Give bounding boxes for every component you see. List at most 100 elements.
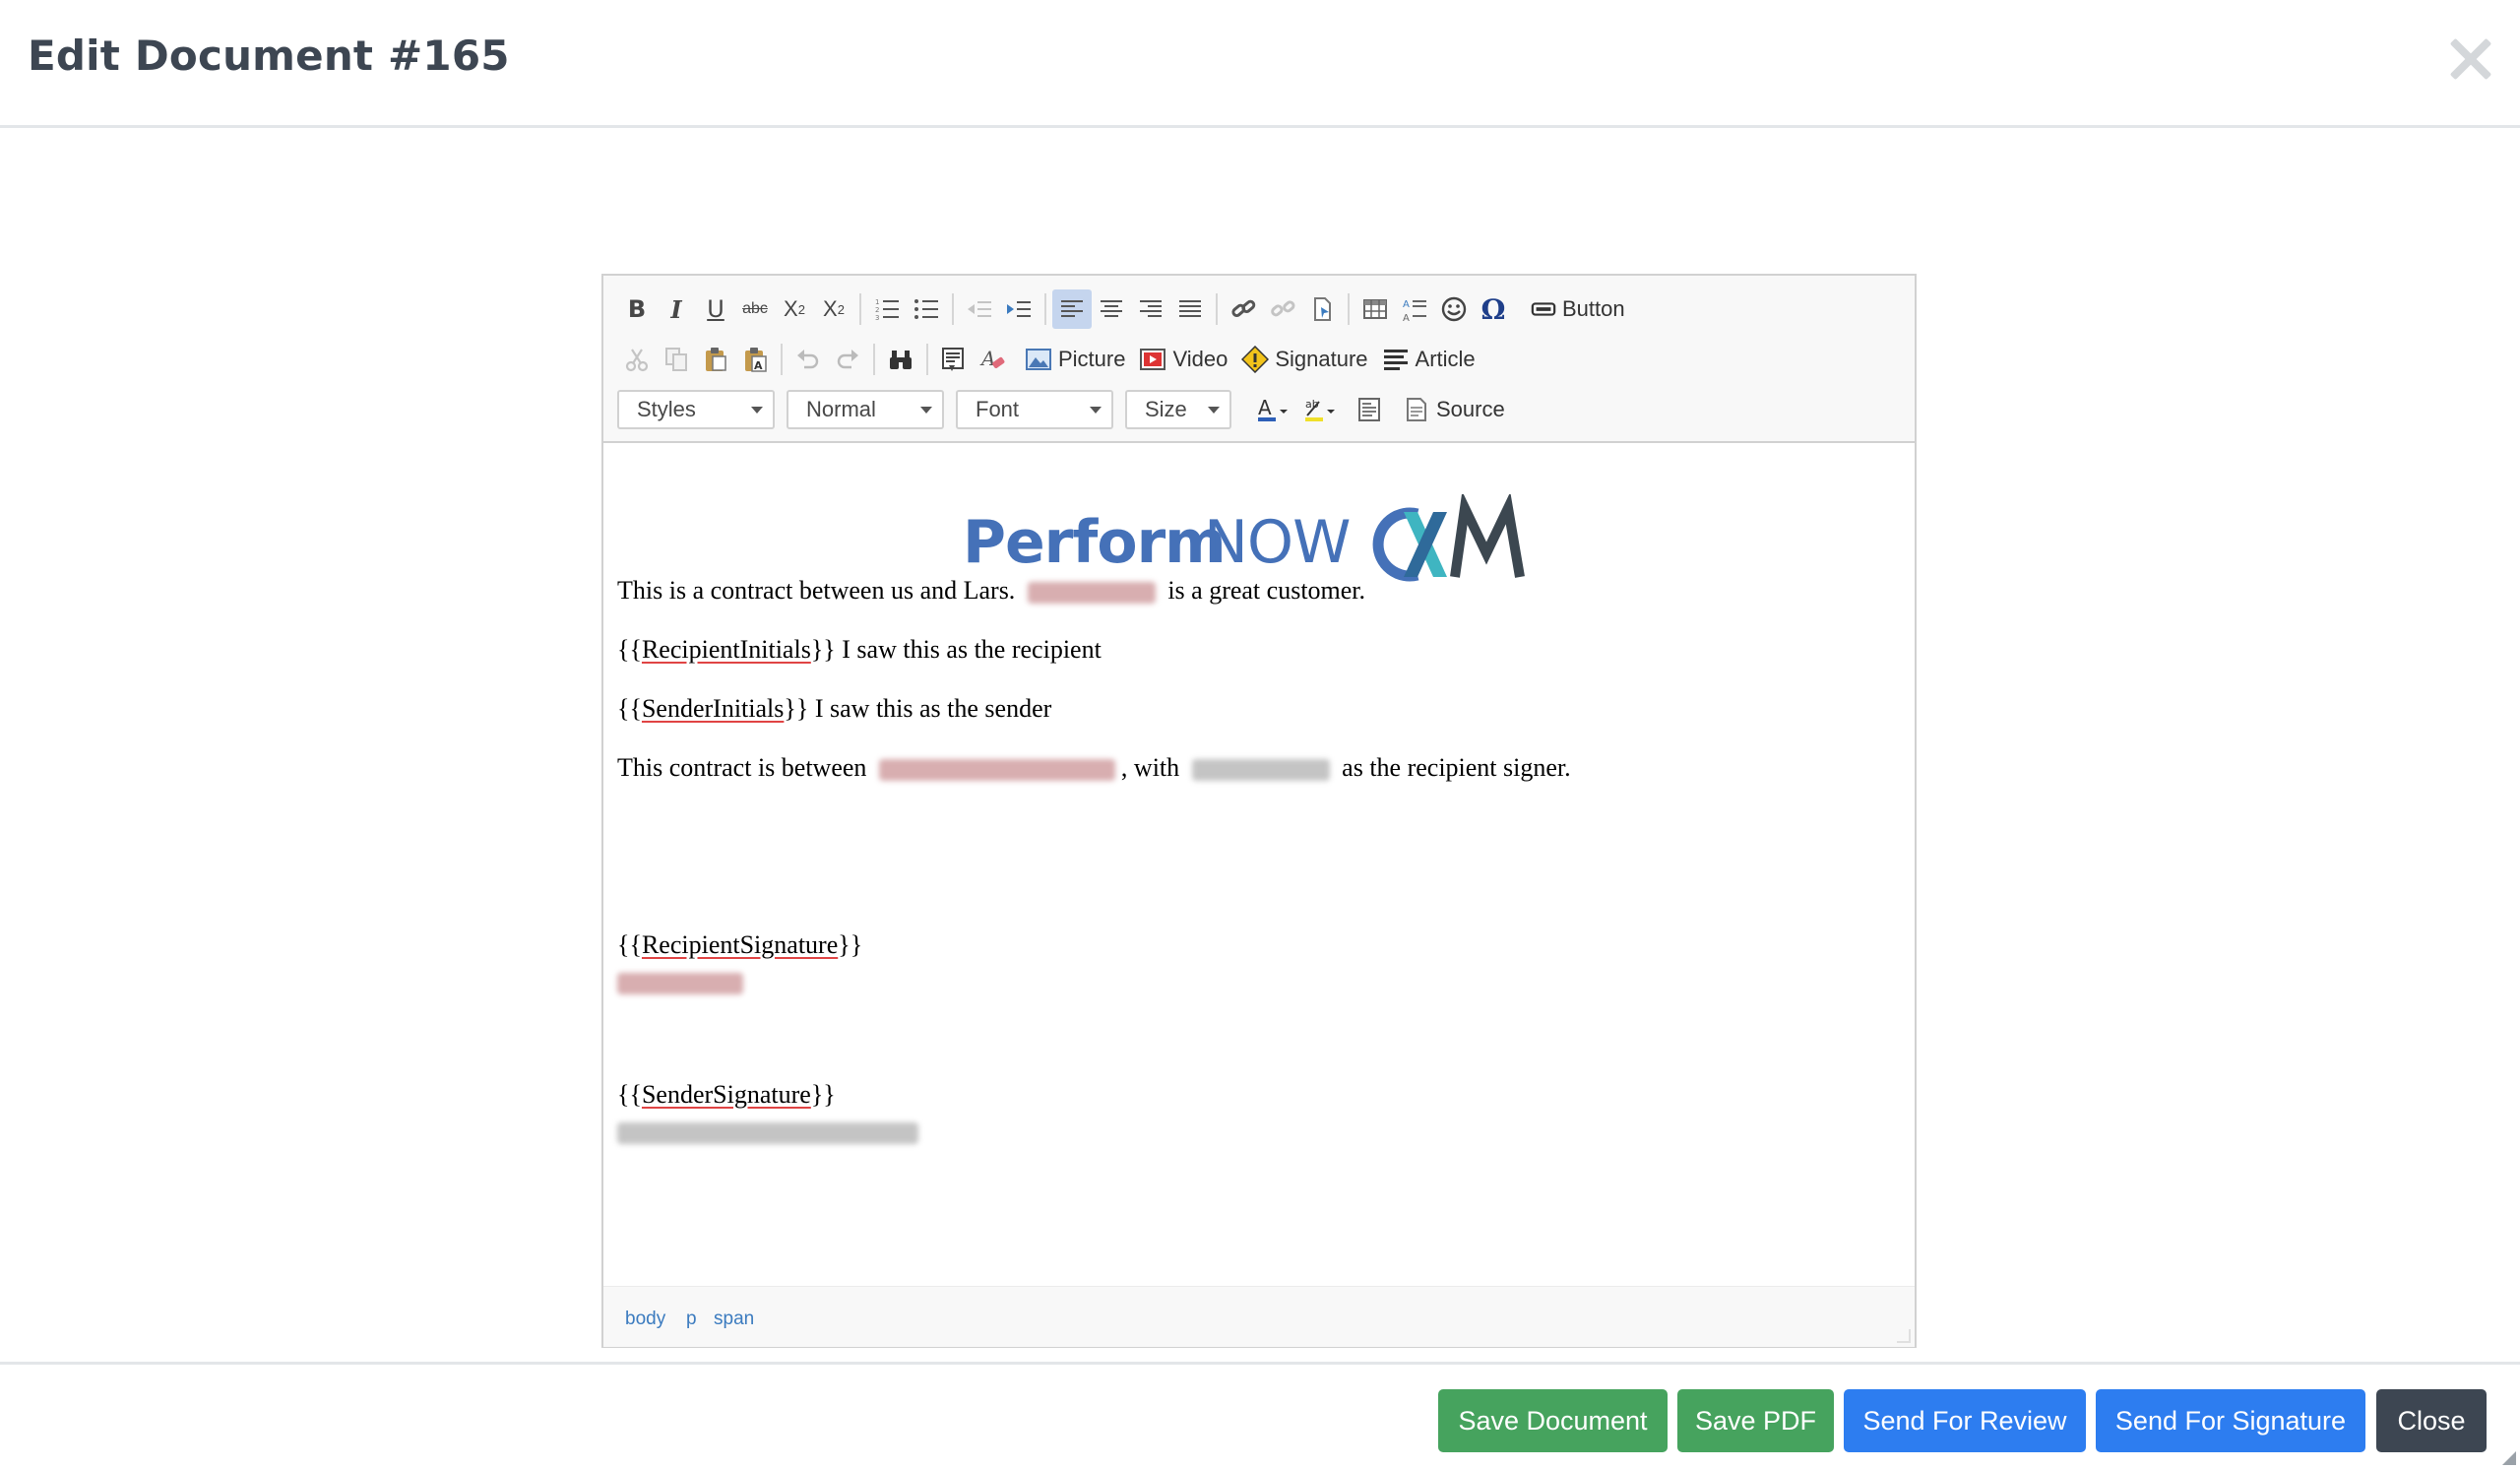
recipient-company-line — [617, 967, 749, 996]
paste-text-icon[interactable]: A — [735, 340, 775, 379]
link-icon[interactable] — [1224, 289, 1263, 329]
strikethrough-icon[interactable]: abc — [735, 289, 775, 329]
source-button[interactable]: Source — [1399, 390, 1509, 429]
bold-icon[interactable]: B — [617, 289, 657, 329]
spellcheck-icon[interactable]: AA — [1395, 289, 1434, 329]
justify-icon[interactable] — [1170, 289, 1210, 329]
merge-field-open: {{ — [617, 1080, 642, 1109]
insert-article-button[interactable]: Article — [1378, 340, 1480, 379]
toolbar-separator — [859, 293, 861, 325]
merge-field-close: }} — [810, 1080, 836, 1109]
edit-document-modal: Edit Document #165 B I U abc X2 X2 123 A… — [0, 0, 2520, 1469]
find-icon[interactable] — [881, 340, 920, 379]
path-span[interactable]: span — [714, 1309, 754, 1330]
insert-signature-button[interactable]: Signature — [1237, 340, 1371, 379]
editor-content[interactable]: Perform NOW This is a contract between u… — [603, 445, 1915, 1284]
merge-field-open: {{ — [617, 694, 642, 723]
merge-field-recipient-initials: RecipientInitials — [641, 635, 811, 664]
logo-now-text: NOW — [1204, 508, 1351, 577]
redo-icon[interactable] — [828, 340, 867, 379]
logo-perform-text: Perform — [963, 508, 1227, 577]
format-dropdown[interactable]: Normal — [787, 390, 944, 429]
font-dropdown[interactable]: Font — [956, 390, 1113, 429]
align-left-icon[interactable] — [1052, 289, 1092, 329]
paragraph-3-text: }} I saw this as the sender — [784, 694, 1052, 723]
toolbar-separator — [1519, 293, 1521, 325]
toolbar-separator — [952, 293, 954, 325]
merge-field-open: {{ — [617, 930, 642, 959]
show-blocks-icon[interactable] — [1350, 390, 1389, 429]
resize-grip-icon[interactable] — [1897, 1329, 1911, 1343]
paragraph-sender-initials: {{SenderInitials}} I saw this as the sen… — [617, 694, 1051, 724]
highlight-color-icon[interactable]: ab — [1296, 390, 1344, 429]
toolbar-separator — [926, 344, 928, 375]
insert-button-button[interactable]: Button — [1527, 289, 1629, 329]
svg-text:A: A — [754, 359, 763, 372]
send-for-review-button[interactable]: Send For Review — [1844, 1389, 2086, 1452]
toolbar-row-2: A A Picture Video Signature Article — [617, 338, 1480, 381]
path-body[interactable]: body — [625, 1309, 665, 1330]
merge-field-open: {{ — [617, 635, 642, 664]
merge-field-recipient-signature: RecipientSignature — [641, 930, 839, 959]
unlink-icon[interactable] — [1263, 289, 1302, 329]
table-icon[interactable] — [1355, 289, 1395, 329]
bulleted-list-icon[interactable] — [907, 289, 946, 329]
underline-icon[interactable]: U — [696, 289, 735, 329]
chevron-down-icon — [1090, 406, 1102, 414]
button-label: Button — [1562, 296, 1625, 321]
styles-dropdown[interactable]: Styles — [617, 390, 775, 429]
insert-picture-button[interactable]: Picture — [1021, 340, 1129, 379]
chevron-down-icon — [920, 406, 932, 414]
numbered-list-icon[interactable]: 123 — [867, 289, 907, 329]
smiley-icon[interactable] — [1434, 289, 1474, 329]
paste-icon[interactable] — [696, 340, 735, 379]
close-button[interactable]: Close — [2376, 1389, 2487, 1452]
insert-video-button[interactable]: Video — [1135, 340, 1231, 379]
superscript-icon[interactable]: X2 — [814, 289, 853, 329]
save-pdf-button[interactable]: Save PDF — [1677, 1389, 1834, 1452]
paragraph-1-text-a: This is a contract between us and Lars. — [617, 576, 1016, 605]
toolbar-separator — [1044, 293, 1046, 325]
italic-icon[interactable]: I — [657, 289, 696, 329]
modal-header: Edit Document #165 — [0, 0, 2520, 128]
modal-footer: Save Document Save PDF Send For Review S… — [0, 1362, 2520, 1469]
align-center-icon[interactable] — [1092, 289, 1131, 329]
indent-icon[interactable] — [999, 289, 1039, 329]
chevron-down-icon — [1208, 406, 1220, 414]
cut-icon[interactable] — [617, 340, 657, 379]
align-right-icon[interactable] — [1131, 289, 1170, 329]
toolbar-separator — [1216, 293, 1218, 325]
send-for-signature-button[interactable]: Send For Signature — [2096, 1389, 2365, 1452]
templates-icon[interactable] — [934, 340, 974, 379]
svg-text:A: A — [979, 347, 995, 370]
copy-icon[interactable] — [657, 340, 696, 379]
text-color-icon[interactable]: A — [1249, 390, 1296, 429]
size-dropdown[interactable]: Size — [1125, 390, 1231, 429]
merge-field-sender-signature: SenderSignature — [641, 1080, 811, 1109]
format-value: Normal — [806, 397, 876, 421]
path-p[interactable]: p — [686, 1309, 697, 1330]
undo-icon[interactable] — [788, 340, 828, 379]
paragraph-recipient-initials: {{RecipientInitials}} I saw this as the … — [617, 635, 1102, 665]
modal-title: Edit Document #165 — [28, 32, 510, 80]
recipient-signature-field: {{RecipientSignature}} — [617, 930, 862, 960]
toolbar-separator — [781, 344, 783, 375]
article-label: Article — [1415, 347, 1476, 371]
redacted-sender-company — [617, 1122, 918, 1145]
subscript-icon[interactable]: X2 — [775, 289, 814, 329]
paragraph-4-text-c: as the recipient signer. — [1342, 753, 1571, 782]
window-resize-icon[interactable] — [2500, 1449, 2516, 1465]
remove-format-icon[interactable]: A — [974, 340, 1013, 379]
svg-text:A: A — [1403, 313, 1410, 323]
source-label: Source — [1436, 397, 1505, 421]
anchor-icon[interactable] — [1302, 289, 1342, 329]
modal-body: B I U abc X2 X2 123 A A Ω Button A A Pic… — [0, 131, 2520, 1362]
merge-field-close: }} — [838, 930, 863, 959]
outdent-icon[interactable] — [960, 289, 999, 329]
save-document-button[interactable]: Save Document — [1438, 1389, 1668, 1452]
svg-text:A: A — [1403, 299, 1410, 310]
svg-text:2: 2 — [875, 306, 879, 314]
cxm-logo-mark — [1372, 494, 1525, 582]
special-character-icon[interactable]: Ω — [1474, 289, 1513, 329]
close-icon[interactable] — [2441, 30, 2500, 89]
